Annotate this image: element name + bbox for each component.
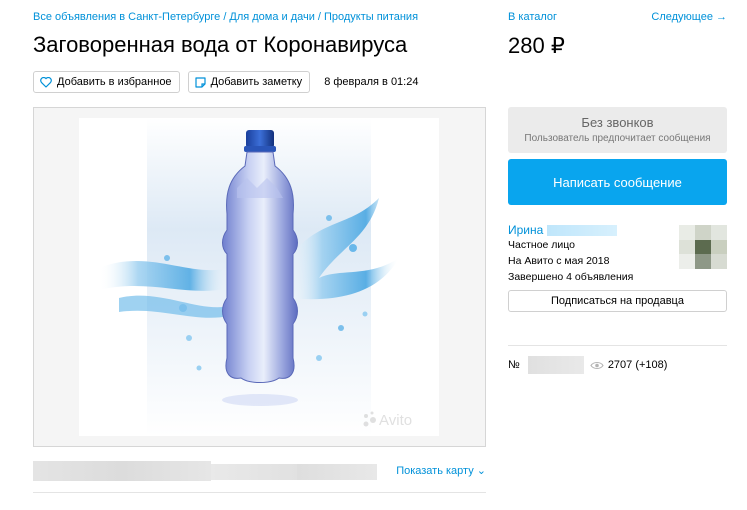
listing-number-prefix: № <box>508 359 520 371</box>
page-title: Заговоренная вода от Коронавируса <box>33 32 408 57</box>
divider <box>33 492 486 493</box>
back-to-catalog-link[interactable]: В каталог <box>508 11 557 23</box>
seller-name-link[interactable]: Ирина <box>508 223 543 237</box>
show-map-link[interactable]: Показать карту ⌄ <box>396 464 486 477</box>
breadcrumb-item-all-listings[interactable]: Все объявления в Санкт-Петербурге <box>33 11 220 23</box>
water-bottle-image: Avito <box>99 118 412 436</box>
listing-photo-gallery[interactable]: Avito <box>33 107 486 447</box>
address-blurred <box>33 461 211 481</box>
breadcrumb-separator: / <box>317 11 321 23</box>
add-note-button[interactable]: Добавить заметку <box>187 71 311 93</box>
views-count: 2707 (+108) <box>607 359 668 371</box>
breadcrumb: Все объявления в Санкт-Петербурге / Для до… <box>33 11 418 23</box>
breadcrumb-item-food[interactable]: Продукты питания <box>324 11 418 23</box>
address-blurred <box>297 464 377 480</box>
listing-photo: Avito <box>79 118 439 436</box>
svg-text:Avito: Avito <box>379 412 412 429</box>
seller-completed: Завершено 4 объявления <box>508 271 634 283</box>
breadcrumb-item-home-garden[interactable]: Для дома и дачи <box>229 11 315 23</box>
listing-number-blurred <box>527 356 584 374</box>
next-listing-link[interactable]: Следующее → <box>651 11 727 23</box>
breadcrumb-separator: / <box>223 11 227 23</box>
listing-stats: № 2707 (+108) <box>508 355 667 375</box>
address-blurred <box>211 464 297 480</box>
chevron-down-icon: ⌄ <box>473 465 486 477</box>
add-to-favorites-button[interactable]: Добавить в избранное <box>33 71 180 93</box>
write-message-button[interactable]: Написать сообщение <box>508 159 727 205</box>
avatar[interactable] <box>679 225 727 269</box>
no-calls-title: Без звонков <box>581 115 654 130</box>
no-calls-notice: Без звонков Пользователь предпочитает со… <box>508 107 727 153</box>
listing-actions: Добавить в избранное Добавить заметку 8 … <box>33 71 418 93</box>
eye-icon <box>590 361 604 369</box>
note-icon <box>194 76 206 88</box>
show-map-label: Показать карту <box>396 465 474 477</box>
add-note-label: Добавить заметку <box>210 76 303 88</box>
add-to-favorites-label: Добавить в избранное <box>57 76 172 88</box>
price: 280 ₽ <box>508 33 565 58</box>
address-row: Показать карту ⌄ <box>33 461 486 481</box>
no-calls-subtitle: Пользователь предпочитает сообщения <box>524 133 711 144</box>
seller-name-blurred <box>547 224 618 236</box>
views-counter: 2707 (+108) <box>590 359 668 371</box>
divider <box>508 345 727 346</box>
subscribe-to-seller-button[interactable]: Подписаться на продавца <box>508 290 727 312</box>
seller-info: Ирина Частное лицо На Авито с мая 2018 З… <box>508 223 727 285</box>
listing-date: 8 февраля в 01:24 <box>324 76 419 88</box>
heart-icon <box>40 76 52 88</box>
